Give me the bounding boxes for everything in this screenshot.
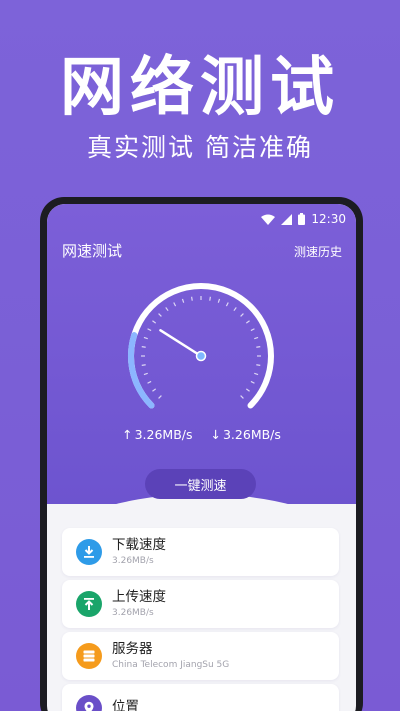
info-card-subtitle: China Telecom JiangSu 5G <box>112 659 230 670</box>
info-card: 服务器 China Telecom JiangSu 5G <box>62 632 339 680</box>
gauge-progress-arc <box>128 332 155 409</box>
info-card-text: 服务器 China Telecom JiangSu 5G <box>112 641 229 672</box>
battery-icon <box>298 213 306 225</box>
gauge-tick <box>158 313 162 317</box>
gauge-tick <box>217 298 221 303</box>
upload-speed-value: 3.26MB/s <box>134 427 193 442</box>
info-card-list: 下载速度 3.26MB/s 上传速度 3.26MB/s 服务器 China Telecom… <box>62 528 339 711</box>
gauge-tick <box>191 296 193 301</box>
gauge-tick <box>173 302 177 307</box>
info-card-text: 上传速度 3.26MB/s <box>112 589 166 620</box>
info-card-text: 位置 <box>112 699 139 711</box>
download-speed-value: 3.26MB/s <box>222 427 281 442</box>
promo-title: 网络测试 <box>60 51 340 125</box>
wifi-icon <box>261 214 276 225</box>
gauge-tick <box>158 395 162 399</box>
gauge-tick <box>143 372 148 376</box>
gauge-tick <box>254 372 259 376</box>
download-readout: ↓ 3.26MB/s <box>211 427 281 442</box>
speed-readout: ↑ 3.26MB/s ↓ 3.26MB/s <box>47 427 356 442</box>
upload-readout: ↑ 3.26MB/s <box>122 427 192 442</box>
app-screen: 12:30 网速测试 测速历史 ↑ 3.26MB/s ↓ 3.26MB/s 一键… <box>47 204 356 711</box>
gauge-tick <box>254 336 259 340</box>
gauge-tick <box>209 296 211 301</box>
status-time: 12:30 <box>311 212 346 226</box>
speed-history-link[interactable]: 测速历史 <box>294 243 342 260</box>
gauge-tick <box>152 320 157 324</box>
gauge-hub <box>195 350 207 362</box>
gauge-tick <box>245 320 250 324</box>
promo-subtitle: 真实测试 简洁准确 <box>87 133 313 162</box>
cellular-signal-icon <box>281 213 293 225</box>
status-bar: 12:30 <box>261 210 346 228</box>
gauge-tick <box>250 328 255 332</box>
gauge-tick <box>152 388 157 392</box>
info-card-subtitle: 3.26MB/s <box>112 607 154 618</box>
download-icon <box>76 539 102 565</box>
gauge-tick <box>141 364 146 366</box>
info-card-title: 上传速度 <box>112 588 166 605</box>
gauge-tick <box>225 302 229 307</box>
gauge-tick <box>245 388 250 392</box>
speed-gauge <box>128 283 274 409</box>
start-speed-test-button[interactable]: 一键测速 <box>145 469 256 499</box>
info-card-subtitle: 3.26MB/s <box>112 555 154 566</box>
info-card-title: 下载速度 <box>112 536 166 553</box>
gauge-tick <box>256 346 261 348</box>
location-pin-icon <box>76 695 102 711</box>
info-card: 下载速度 3.26MB/s <box>62 528 339 576</box>
gauge-tick <box>143 336 148 340</box>
server-icon <box>76 643 102 669</box>
gauge-tick <box>147 328 152 332</box>
gauge-tick <box>147 380 152 384</box>
gauge-tick <box>141 346 146 348</box>
gauge-tick <box>250 380 255 384</box>
gauge-tick <box>181 298 185 303</box>
gauge-tick <box>240 395 244 399</box>
info-card: 位置 <box>62 684 339 711</box>
gauge-arc <box>128 283 274 409</box>
info-card-title: 服务器 <box>112 640 153 657</box>
download-arrow-icon: ↓ <box>210 427 221 442</box>
gauge-tick <box>165 307 169 312</box>
info-card-title: 位置 <box>112 699 139 711</box>
gauge-tick <box>233 307 237 312</box>
upload-icon <box>76 591 102 617</box>
upload-arrow-icon: ↑ <box>122 427 133 442</box>
gauge-tick <box>240 313 244 317</box>
page-title: 网速测试 <box>62 242 123 260</box>
info-card-text: 下载速度 3.26MB/s <box>112 537 166 568</box>
info-card: 上传速度 3.26MB/s <box>62 580 339 628</box>
gauge-needle <box>159 329 203 358</box>
gauge-tick <box>256 364 261 366</box>
